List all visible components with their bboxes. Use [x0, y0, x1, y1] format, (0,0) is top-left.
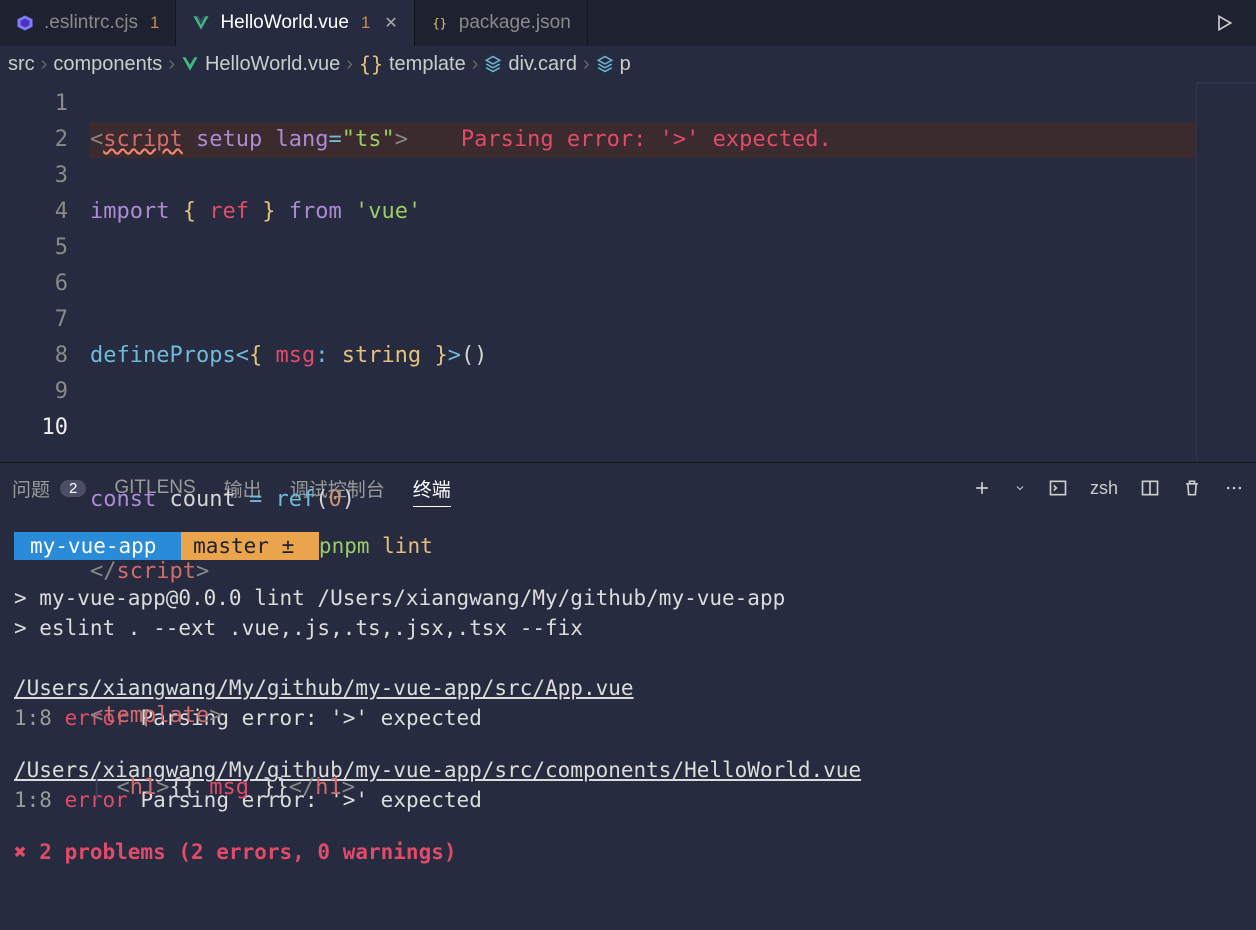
tab-label: .eslintrc.cjs: [44, 12, 138, 34]
problems-count-badge: 2: [60, 480, 86, 497]
eslint-icon: [16, 14, 34, 32]
code-line-10: │ <h1>{{ msg }}</h1>: [90, 770, 1196, 806]
tab-label: package.json: [459, 12, 571, 34]
tab-label: HelloWorld.vue: [220, 12, 348, 34]
code-line-6: const count = ref(0): [90, 482, 1196, 518]
code-line-2: import { ref } from 'vue': [90, 194, 1196, 230]
line-number: 2: [0, 122, 68, 158]
line-number: 7: [0, 302, 68, 338]
line-number: 1: [0, 86, 68, 122]
breadcrumb-div[interactable]: div.card: [484, 53, 577, 76]
json-icon: {}: [431, 14, 449, 32]
more-icon[interactable]: [1224, 478, 1244, 498]
inline-error: Parsing error: '>' expected.: [461, 127, 832, 152]
breadcrumb-label: template: [389, 53, 466, 76]
chevron-right-icon: ›: [472, 53, 479, 76]
breadcrumb-components[interactable]: components: [53, 53, 162, 76]
svg-text:{}: {}: [432, 17, 446, 31]
element-icon: [596, 55, 614, 73]
tab-helloworld[interactable]: HelloWorld.vue 1 ✕: [176, 0, 414, 46]
breadcrumb-label: div.card: [508, 53, 577, 76]
code-line-7: </script>: [90, 554, 1196, 590]
breadcrumb-label: HelloWorld.vue: [205, 53, 340, 76]
breadcrumb-label: p: [620, 53, 631, 76]
code-line-1: <script setup lang="ts"> Parsing error: …: [90, 122, 1196, 158]
breadcrumb-template[interactable]: {} template: [359, 52, 466, 76]
breadcrumb: src › components › HelloWorld.vue › {} t…: [0, 46, 1256, 82]
breadcrumb-p[interactable]: p: [596, 53, 631, 76]
panel-tab-label: 问题: [12, 475, 50, 502]
code-line-4: defineProps<{ msg: string }>(): [90, 338, 1196, 374]
tab-eslintrc[interactable]: .eslintrc.cjs 1: [0, 0, 176, 46]
code-content[interactable]: <script setup lang="ts"> Parsing error: …: [90, 82, 1196, 462]
line-number: 3: [0, 158, 68, 194]
code-line-3: [90, 266, 1196, 302]
element-icon: [484, 55, 502, 73]
vue-icon: [181, 55, 199, 73]
vue-icon: [192, 14, 210, 32]
chevron-right-icon: ›: [41, 53, 48, 76]
line-number: 6: [0, 266, 68, 302]
editor-tabs-bar: .eslintrc.cjs 1 HelloWorld.vue 1 ✕ {} pa…: [0, 0, 1256, 46]
minimap[interactable]: [1196, 82, 1256, 462]
line-number: 8: [0, 338, 68, 374]
tabs-spacer: [588, 0, 1192, 46]
breadcrumb-src[interactable]: src: [8, 53, 35, 76]
line-number: 9: [0, 374, 68, 410]
chevron-right-icon: ›: [583, 53, 590, 76]
line-number: 10: [0, 410, 68, 446]
chevron-right-icon: ›: [346, 53, 353, 76]
breadcrumb-file[interactable]: HelloWorld.vue: [181, 53, 340, 76]
line-number: 4: [0, 194, 68, 230]
line-number: 5: [0, 230, 68, 266]
tab-packagejson[interactable]: {} package.json: [415, 0, 588, 46]
close-icon[interactable]: ✕: [384, 13, 397, 33]
line-gutter: 1 2 3 4 5 6 7 8 9 10: [0, 82, 90, 462]
code-editor[interactable]: 1 2 3 4 5 6 7 8 9 10 <script setup lang=…: [0, 82, 1256, 462]
dirty-indicator: 1: [361, 13, 370, 33]
code-line-8: [90, 626, 1196, 662]
run-icon[interactable]: [1192, 0, 1256, 46]
chevron-right-icon: ›: [168, 53, 175, 76]
panel-tab-problems[interactable]: 问题 2: [12, 475, 86, 502]
dirty-indicator: 1: [150, 13, 159, 33]
code-line-5: [90, 410, 1196, 446]
code-line-9: <template>: [90, 698, 1196, 734]
